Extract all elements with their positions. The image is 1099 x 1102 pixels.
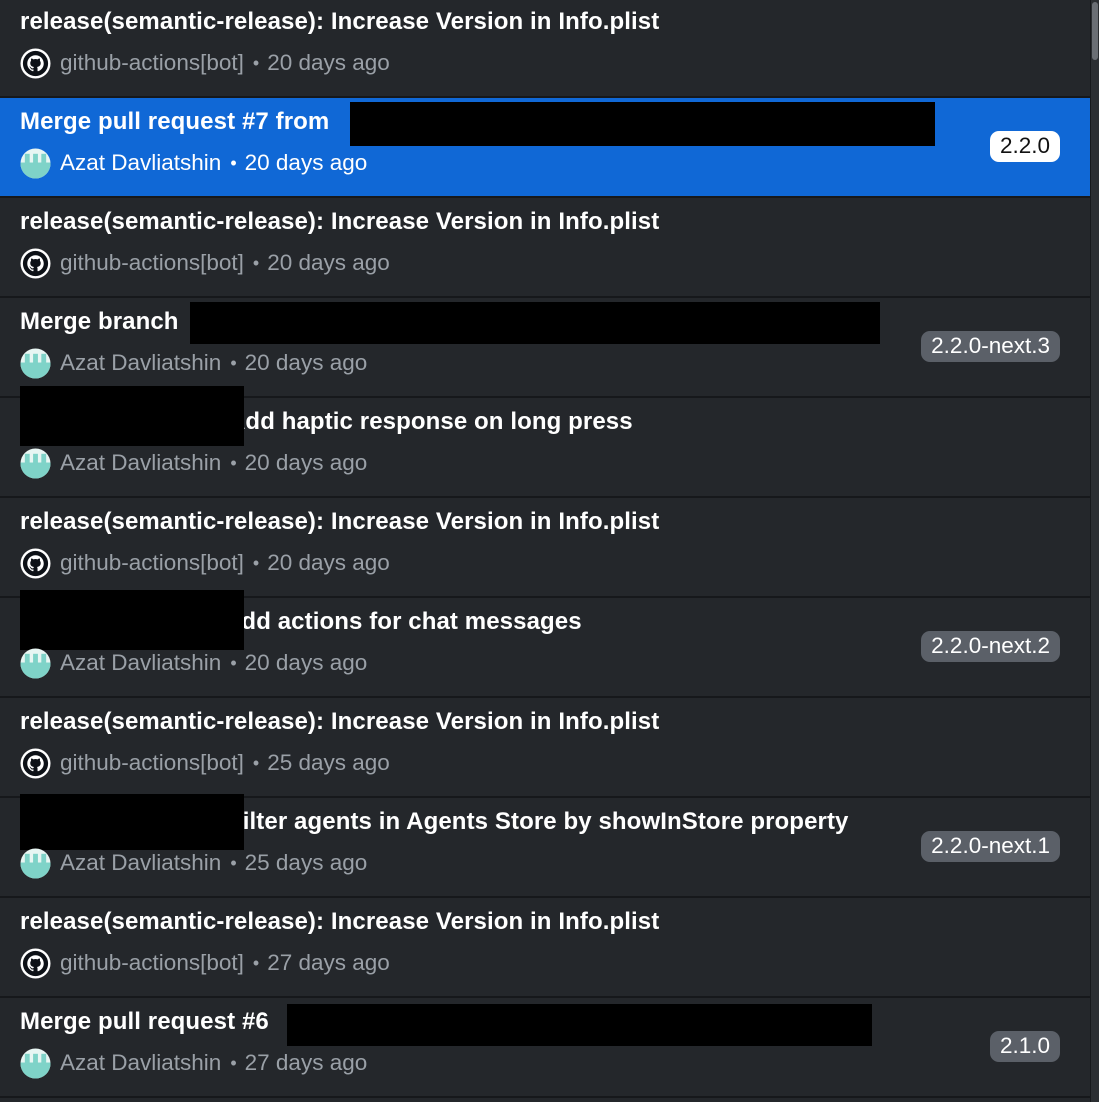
meta-separator: • <box>230 152 237 173</box>
commit-row[interactable]: release(semantic-release): Increase Vers… <box>0 698 1091 798</box>
commit-title: Merge pull request #6 <box>20 1008 269 1035</box>
user-avatar <box>20 347 51 379</box>
redacted-block <box>20 794 244 850</box>
commit-time: 20 days ago <box>244 350 368 375</box>
meta-separator: • <box>252 952 260 973</box>
commit-meta: github-actions[bot] • 20 days ago <box>20 246 390 280</box>
commit-title: Add haptic response on long press <box>228 408 633 435</box>
commit-author: github-actions[bot] <box>60 750 244 775</box>
commit-row[interactable]: release(semantic-release): Increase Vers… <box>0 898 1091 998</box>
github-octocat-icon <box>20 747 51 779</box>
commit-time: 25 days ago <box>244 850 368 875</box>
commit-row[interactable]: release(semantic-release): Increase Vers… <box>0 198 1091 298</box>
version-tag-badge[interactable]: 2.2.0 <box>989 131 1060 162</box>
commit-title: release(semantic-release): Increase Vers… <box>20 708 660 735</box>
redacted-block <box>287 1004 872 1046</box>
commit-list: release(semantic-release): Increase Vers… <box>0 0 1091 1102</box>
meta-separator: • <box>230 452 237 473</box>
user-avatar <box>20 847 51 879</box>
github-octocat-icon <box>20 547 51 579</box>
commit-author: Azat Davliatshin <box>60 450 222 475</box>
commit-meta: Azat Davliatshin • 20 days ago <box>20 146 367 180</box>
commit-meta: github-actions[bot] • 20 days ago <box>20 46 390 80</box>
commit-time: 20 days ago <box>244 650 368 675</box>
commit-meta: github-actions[bot] • 25 days ago <box>20 746 390 780</box>
version-tag-badge[interactable]: 2.2.0-next.2 <box>921 631 1060 662</box>
meta-separator: • <box>252 52 260 73</box>
commit-meta: Azat Davliatshin • 20 days ago <box>20 346 367 380</box>
commit-time: 20 days ago <box>267 250 390 275</box>
github-octocat-icon <box>20 947 51 979</box>
meta-separator: • <box>230 1052 237 1073</box>
commit-title: release(semantic-release): Increase Vers… <box>20 8 660 35</box>
commit-row[interactable]: Add actions for chat messages Azat Davlia… <box>0 590 1091 698</box>
github-octocat-icon <box>20 247 51 279</box>
commit-time: 20 days ago <box>267 50 390 75</box>
commit-row[interactable]: Merge pull request #6 Azat Davliatshin • 27… <box>0 998 1091 1098</box>
meta-separator: • <box>252 752 260 773</box>
commit-time: 27 days ago <box>244 1050 368 1075</box>
version-tag-badge[interactable]: 2.2.0-next.1 <box>921 831 1060 862</box>
commit-author: github-actions[bot] <box>60 50 244 75</box>
commit-meta: Azat Davliatshin • 20 days ago <box>20 646 367 680</box>
user-avatar <box>20 647 51 679</box>
scrollbar-thumb[interactable] <box>1092 2 1098 60</box>
redacted-block <box>20 590 244 650</box>
commit-row[interactable]: release(semantic-release): Increase Vers… <box>0 498 1091 598</box>
redacted-block <box>190 302 880 344</box>
meta-separator: • <box>230 352 237 373</box>
version-tag-badge[interactable]: 2.1.0 <box>989 1031 1060 1062</box>
commit-title: release(semantic-release): Increase Vers… <box>20 208 660 235</box>
commit-time: 25 days ago <box>267 750 390 775</box>
commit-title: Merge branch <box>20 308 179 335</box>
commit-time: 20 days ago <box>267 550 390 575</box>
commit-row[interactable]: Merge pull request #7 from Azat Davliatsh… <box>0 98 1091 198</box>
commit-author: Azat Davliatshin <box>60 350 222 375</box>
scrollbar[interactable] <box>1090 0 1099 1102</box>
redacted-block <box>20 386 244 446</box>
version-tag-badge[interactable]: 2.2.0-next.3 <box>921 331 1060 362</box>
commit-title: Merge pull request #7 from <box>20 108 330 135</box>
user-avatar <box>20 447 51 479</box>
commit-row[interactable]: Add haptic response on long press Azat Da… <box>0 386 1091 498</box>
commit-time: 27 days ago <box>267 950 390 975</box>
commit-title: release(semantic-release): Increase Vers… <box>20 508 660 535</box>
commit-time: 20 days ago <box>244 150 368 175</box>
commit-title: Add actions for chat messages <box>224 608 582 635</box>
commit-meta: github-actions[bot] • 20 days ago <box>20 546 390 580</box>
meta-separator: • <box>230 652 237 673</box>
commit-row[interactable]: Merge branch Azat Davliatshin • 20 days ago… <box>0 298 1091 398</box>
meta-separator: • <box>230 852 237 873</box>
commit-author: Azat Davliatshin <box>60 150 222 175</box>
commit-meta: Azat Davliatshin • 20 days ago <box>20 446 367 480</box>
commit-row[interactable]: Filter agents in Agents Store by showInS… <box>0 794 1091 898</box>
commit-meta: Azat Davliatshin • 27 days ago <box>20 1046 367 1080</box>
user-avatar <box>20 147 51 179</box>
commit-author: github-actions[bot] <box>60 250 244 275</box>
meta-separator: • <box>252 552 260 573</box>
commit-meta: Azat Davliatshin • 25 days ago <box>20 846 367 880</box>
commit-time: 20 days ago <box>244 450 368 475</box>
commit-meta: github-actions[bot] • 27 days ago <box>20 946 390 980</box>
commit-title: Filter agents in Agents Store by showInS… <box>228 808 849 835</box>
commit-title: release(semantic-release): Increase Vers… <box>20 908 660 935</box>
redacted-block <box>350 102 935 146</box>
commit-author: github-actions[bot] <box>60 950 244 975</box>
user-avatar <box>20 1047 51 1079</box>
commit-author: Azat Davliatshin <box>60 1050 222 1075</box>
commit-author: Azat Davliatshin <box>60 850 222 875</box>
commit-author: github-actions[bot] <box>60 550 244 575</box>
meta-separator: • <box>252 252 260 273</box>
commit-row[interactable]: release(semantic-release): Increase Vers… <box>0 0 1091 98</box>
commit-author: Azat Davliatshin <box>60 650 222 675</box>
github-octocat-icon <box>20 47 51 79</box>
